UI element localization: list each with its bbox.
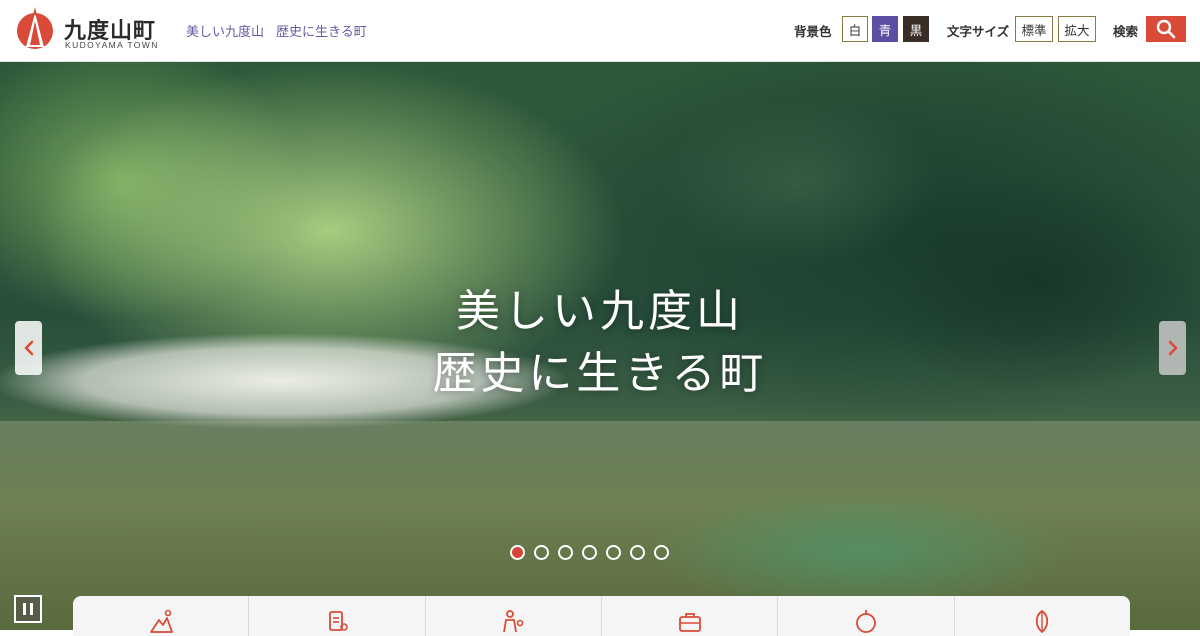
search-icon: [1156, 19, 1176, 39]
slider-pagination: [510, 545, 669, 563]
briefcase-icon: [678, 613, 701, 632]
hero-title-line-2: 歴史に生きる町: [432, 348, 768, 399]
logo-english: KUDOYAMA TOWN: [65, 40, 159, 50]
category-item-2[interactable]: [249, 596, 426, 636]
slider-next-button[interactable]: [1159, 321, 1186, 375]
category-item-4[interactable]: [602, 596, 779, 636]
search-label: 検索: [1113, 24, 1139, 39]
tagline-part-2: 歴史に生きる町: [276, 25, 367, 40]
category-item-5[interactable]: [778, 596, 955, 636]
site-header: 九度山町 KUDOYAMA TOWN 美しい九度山 歴史に生きる町 背景色 白 青…: [0, 0, 1200, 62]
chevron-right-icon: [1168, 340, 1177, 356]
document-person-icon: [329, 611, 348, 631]
site-logo[interactable]: 九度山町 KUDOYAMA TOWN: [14, 7, 174, 55]
town-emblem-icon: [17, 7, 53, 49]
category-item-3[interactable]: [426, 596, 602, 636]
slider-prev-button[interactable]: [15, 321, 42, 375]
font-standard-button[interactable]: 標準: [1015, 16, 1053, 42]
slide-dot-6[interactable]: [630, 545, 645, 560]
category-item-1[interactable]: [73, 596, 250, 636]
tagline-part-1: 美しい九度山: [186, 25, 265, 40]
family-icon: [503, 610, 524, 633]
bg-white-button[interactable]: 白: [842, 16, 868, 42]
bg-blue-button[interactable]: 青: [872, 16, 898, 42]
bg-black-button[interactable]: 黒: [903, 16, 929, 42]
font-size-label: 文字サイズ: [947, 24, 1010, 39]
slide-dot-2[interactable]: [534, 545, 549, 560]
slide-dot-1[interactable]: [510, 545, 525, 560]
slide-dot-4[interactable]: [582, 545, 597, 560]
slide-dot-7[interactable]: [654, 545, 669, 560]
hero-title: 美しい九度山 歴史に生きる町: [0, 281, 1200, 405]
header-tagline: 美しい九度山 歴史に生きる町: [186, 21, 367, 40]
history-icon: [1036, 609, 1049, 634]
search-button[interactable]: [1146, 16, 1186, 42]
font-large-button[interactable]: 拡大: [1058, 16, 1096, 42]
slide-dot-5[interactable]: [606, 545, 621, 560]
sightseeing-icon: [856, 610, 876, 633]
slide-dot-3[interactable]: [558, 545, 573, 560]
chevron-left-icon: [24, 340, 33, 356]
pause-icon: [23, 603, 33, 615]
category-nav: [73, 596, 1130, 636]
hero-slider: 美しい九度山 歴史に生きる町: [0, 61, 1200, 630]
landscape-icon: [149, 609, 173, 633]
slider-pause-button[interactable]: [14, 595, 42, 623]
bg-color-label: 背景色: [794, 24, 832, 39]
category-item-6[interactable]: [955, 596, 1130, 636]
hero-title-line-1: 美しい九度山: [456, 286, 744, 337]
